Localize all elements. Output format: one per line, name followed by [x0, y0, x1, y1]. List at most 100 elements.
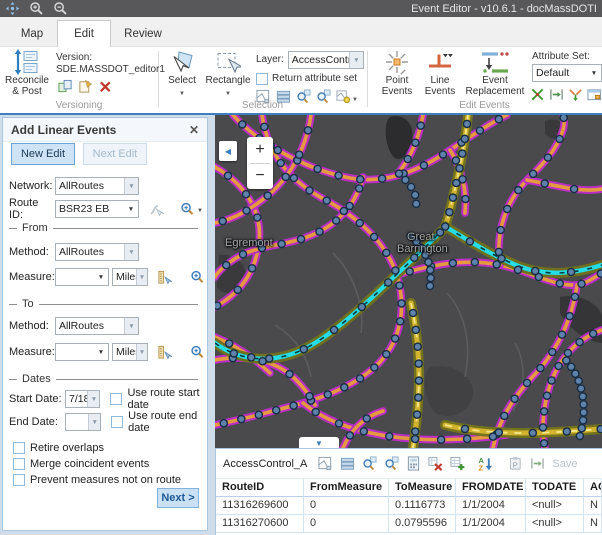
chevron-down-icon[interactable]	[136, 344, 147, 360]
use-route-end-checkbox[interactable]	[111, 416, 123, 428]
collapse-table-button[interactable]	[299, 437, 339, 448]
zoom-in-button[interactable]: +	[247, 137, 273, 163]
use-route-start-checkbox[interactable]	[110, 393, 122, 405]
network-select[interactable]: AllRoutes	[55, 177, 139, 195]
line-events-icon	[427, 49, 453, 75]
next-button[interactable]: Next >	[157, 488, 199, 508]
to-measure-label: Measure:	[9, 346, 49, 358]
ribbon-tab-bar: Map Edit Review	[0, 17, 602, 47]
save-button[interactable]: Save	[552, 458, 577, 470]
zoom-out-icon[interactable]	[53, 1, 68, 16]
line-events-button[interactable]: Line Events	[420, 49, 460, 97]
delete-version-icon[interactable]	[98, 79, 113, 94]
route-id-label: Route ID:	[9, 197, 49, 221]
column-header[interactable]: TODATE	[526, 479, 584, 497]
to-section-divider: To	[9, 298, 198, 310]
retire-overlaps-checkbox[interactable]	[13, 442, 25, 454]
measure-on-map-icon[interactable]	[157, 345, 172, 360]
tab-map[interactable]: Map	[10, 21, 54, 47]
collapse-panel-button[interactable]	[219, 141, 237, 161]
show-all-records-icon[interactable]	[340, 456, 355, 471]
attribute-table-panel: AccessControl_A Save RouteID FromMeasure…	[215, 448, 602, 535]
split-record-icon[interactable]	[530, 456, 545, 471]
route-id-select[interactable]: BSR23 EB	[55, 200, 139, 218]
zoom-to-measure-icon[interactable]	[190, 270, 205, 285]
chevron-down-icon[interactable]	[349, 52, 363, 68]
ribbon: Reconcile & Post Version: SDE.MASSDOT_ed…	[0, 47, 602, 115]
pan-icon[interactable]	[5, 1, 20, 16]
tab-edit[interactable]: Edit	[57, 20, 111, 47]
select-route-icon[interactable]	[149, 202, 164, 217]
chevron-down-icon[interactable]	[124, 201, 138, 217]
chevron-down-icon[interactable]	[124, 244, 138, 260]
prevent-measures-checkbox[interactable]	[13, 474, 25, 486]
pan-to-record-icon[interactable]	[384, 456, 399, 471]
chevron-down-icon[interactable]	[136, 269, 147, 285]
chevron-down-icon[interactable]	[124, 178, 138, 194]
layer-label: Layer:	[256, 54, 284, 66]
zoom-route-dropdown[interactable]	[197, 203, 203, 215]
next-edit-button[interactable]: Next Edit	[83, 143, 147, 165]
select-records-icon[interactable]	[318, 456, 333, 471]
zoom-to-measure-icon[interactable]	[190, 345, 205, 360]
reconcile-icon[interactable]	[58, 79, 73, 94]
add-linear-events-panel: Add Linear Events ✕ New Edit Next Edit N…	[2, 117, 208, 531]
return-attribute-checkbox[interactable]	[256, 73, 268, 85]
table-row[interactable]: 11316269600 0 0.1116773 1/1/2004 <null> …	[216, 497, 602, 515]
merge-coincident-checkbox[interactable]	[13, 458, 25, 470]
sort-icon[interactable]	[478, 456, 493, 471]
to-method-select[interactable]: AllRoutes	[55, 317, 139, 335]
select-dropdown[interactable]	[179, 88, 185, 100]
copy-record-icon[interactable]	[508, 456, 523, 471]
column-header[interactable]: FromMeasure	[304, 479, 389, 497]
rectangle-button[interactable]: Rectangle	[205, 49, 251, 99]
chevron-down-icon[interactable]	[124, 318, 138, 334]
zoom-in-icon[interactable]	[29, 1, 44, 16]
column-header[interactable]: ToMeasure	[389, 479, 456, 497]
select-icon	[169, 49, 195, 75]
to-measure-input[interactable]	[55, 343, 109, 361]
column-header[interactable]: FROMDATE	[456, 479, 526, 497]
column-header[interactable]: AC	[584, 479, 602, 497]
event-replacement-button[interactable]: Event Replacement	[462, 49, 528, 97]
table-row[interactable]: 11316270600 0 0.0795596 1/1/2004 <null> …	[216, 515, 602, 533]
tab-review[interactable]: Review	[118, 21, 168, 47]
chevron-down-icon[interactable]	[587, 65, 601, 81]
point-events-button[interactable]: Point Events	[378, 49, 416, 97]
post-icon[interactable]	[78, 79, 93, 94]
from-measure-input[interactable]	[55, 268, 109, 286]
chevron-down-icon[interactable]	[94, 269, 108, 285]
delete-record-icon[interactable]	[428, 456, 443, 471]
start-date-input[interactable]: 7/18/	[65, 390, 100, 408]
attribute-set-select[interactable]: Default	[532, 64, 602, 82]
chevron-down-icon[interactable]	[94, 344, 108, 360]
rectangle-dropdown[interactable]	[225, 88, 231, 100]
from-units-select[interactable]: Miles	[112, 268, 148, 286]
end-date-input[interactable]	[65, 413, 101, 431]
calculate-icon[interactable]	[406, 456, 421, 471]
column-header[interactable]: RouteID	[216, 479, 304, 497]
network-label: Network:	[9, 180, 49, 192]
from-measure-label: Measure:	[9, 271, 49, 283]
from-section-divider: From	[9, 222, 198, 234]
new-edit-button[interactable]: New Edit	[11, 143, 75, 165]
layer-row: Layer: AccessControl_A	[256, 51, 364, 69]
reconcile-post-button[interactable]: Reconcile & Post	[2, 49, 52, 97]
to-method-label: Method:	[9, 320, 49, 332]
attribute-set-label: Attribute Set:	[532, 51, 590, 63]
map-view[interactable]: Egremont Great Barrington + −	[215, 115, 602, 448]
layer-select[interactable]: AccessControl_A	[288, 51, 364, 69]
table-toolbar: AccessControl_A Save	[216, 449, 602, 479]
add-record-icon[interactable]	[450, 456, 465, 471]
measure-on-map-icon[interactable]	[157, 270, 172, 285]
zoom-out-button[interactable]: −	[247, 164, 273, 190]
select-button[interactable]: Select	[163, 49, 201, 99]
to-units-select[interactable]: Miles	[112, 343, 148, 361]
chevron-down-icon[interactable]	[87, 391, 99, 407]
zoom-to-route-icon[interactable]	[180, 202, 195, 217]
close-icon[interactable]: ✕	[189, 123, 199, 137]
app-title: Event Editor - v10.6.1 - docMassDOTI	[411, 3, 597, 15]
chevron-down-icon[interactable]	[88, 414, 100, 430]
from-method-select[interactable]: AllRoutes	[55, 243, 139, 261]
zoom-to-record-icon[interactable]	[362, 456, 377, 471]
